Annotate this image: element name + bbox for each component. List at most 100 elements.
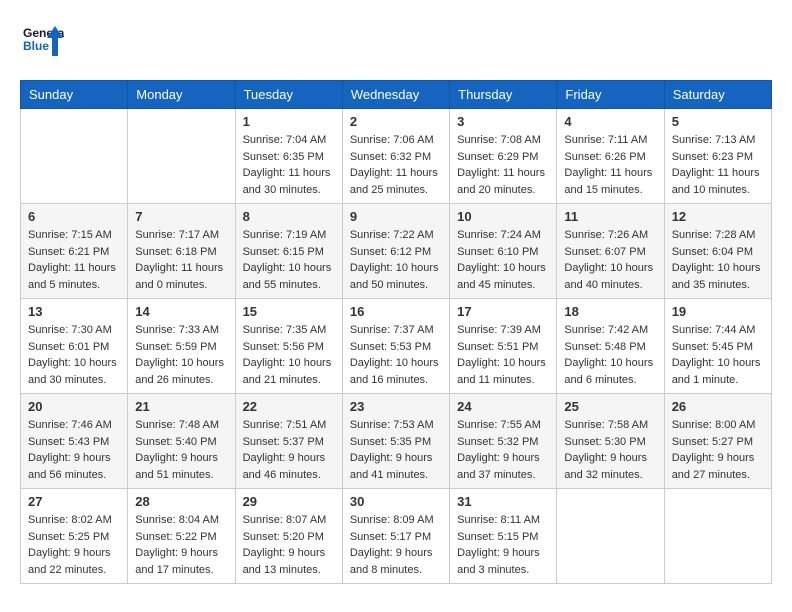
weekday-header-row: SundayMondayTuesdayWednesdayThursdayFrid… — [21, 81, 772, 109]
calendar-cell: 25 Sunrise: 7:58 AMSunset: 5:30 PMDayligh… — [557, 394, 664, 489]
weekday-header-wednesday: Wednesday — [342, 81, 449, 109]
day-info: Sunrise: 7:53 AMSunset: 5:35 PMDaylight:… — [350, 417, 442, 483]
day-info: Sunrise: 7:04 AMSunset: 6:35 PMDaylight:… — [243, 132, 335, 198]
calendar-cell: 23 Sunrise: 7:53 AMSunset: 5:35 PMDayligh… — [342, 394, 449, 489]
day-info: Sunrise: 7:08 AMSunset: 6:29 PMDaylight:… — [457, 132, 549, 198]
day-info: Sunrise: 7:19 AMSunset: 6:15 PMDaylight:… — [243, 227, 335, 293]
day-info: Sunrise: 7:55 AMSunset: 5:32 PMDaylight:… — [457, 417, 549, 483]
calendar-cell: 27 Sunrise: 8:02 AMSunset: 5:25 PMDayligh… — [21, 489, 128, 584]
day-number: 4 — [564, 114, 656, 129]
day-info: Sunrise: 7:24 AMSunset: 6:10 PMDaylight:… — [457, 227, 549, 293]
calendar-week-row: 20 Sunrise: 7:46 AMSunset: 5:43 PMDayligh… — [21, 394, 772, 489]
weekday-header-tuesday: Tuesday — [235, 81, 342, 109]
day-number: 7 — [135, 209, 227, 224]
calendar-cell — [21, 109, 128, 204]
day-info: Sunrise: 8:09 AMSunset: 5:17 PMDaylight:… — [350, 512, 442, 578]
weekday-header-monday: Monday — [128, 81, 235, 109]
day-number: 15 — [243, 304, 335, 319]
day-info: Sunrise: 7:15 AMSunset: 6:21 PMDaylight:… — [28, 227, 120, 293]
calendar-cell: 18 Sunrise: 7:42 AMSunset: 5:48 PMDayligh… — [557, 299, 664, 394]
calendar-cell: 3 Sunrise: 7:08 AMSunset: 6:29 PMDaylight… — [450, 109, 557, 204]
day-info: Sunrise: 7:46 AMSunset: 5:43 PMDaylight:… — [28, 417, 120, 483]
calendar-week-row: 27 Sunrise: 8:02 AMSunset: 5:25 PMDayligh… — [21, 489, 772, 584]
calendar-cell: 30 Sunrise: 8:09 AMSunset: 5:17 PMDayligh… — [342, 489, 449, 584]
day-info: Sunrise: 8:11 AMSunset: 5:15 PMDaylight:… — [457, 512, 549, 578]
day-number: 28 — [135, 494, 227, 509]
day-info: Sunrise: 7:26 AMSunset: 6:07 PMDaylight:… — [564, 227, 656, 293]
page-header: General Blue — [20, 20, 772, 64]
day-number: 23 — [350, 399, 442, 414]
calendar-cell: 8 Sunrise: 7:19 AMSunset: 6:15 PMDaylight… — [235, 204, 342, 299]
day-number: 22 — [243, 399, 335, 414]
day-info: Sunrise: 7:22 AMSunset: 6:12 PMDaylight:… — [350, 227, 442, 293]
calendar-cell: 11 Sunrise: 7:26 AMSunset: 6:07 PMDayligh… — [557, 204, 664, 299]
calendar-cell: 16 Sunrise: 7:37 AMSunset: 5:53 PMDayligh… — [342, 299, 449, 394]
day-info: Sunrise: 7:42 AMSunset: 5:48 PMDaylight:… — [564, 322, 656, 388]
svg-text:Blue: Blue — [23, 39, 49, 53]
day-info: Sunrise: 7:39 AMSunset: 5:51 PMDaylight:… — [457, 322, 549, 388]
calendar-cell: 21Sunrise: 7:48 AMSunset: 5:40 PMDayligh… — [128, 394, 235, 489]
calendar-cell: 17Sunrise: 7:39 AMSunset: 5:51 PMDayligh… — [450, 299, 557, 394]
day-info: Sunrise: 8:00 AMSunset: 5:27 PMDaylight:… — [672, 417, 764, 483]
day-info: Sunrise: 7:30 AMSunset: 6:01 PMDaylight:… — [28, 322, 120, 388]
day-number: 11 — [564, 209, 656, 224]
weekday-header-thursday: Thursday — [450, 81, 557, 109]
calendar-week-row: 13 Sunrise: 7:30 AMSunset: 6:01 PMDayligh… — [21, 299, 772, 394]
day-number: 16 — [350, 304, 442, 319]
calendar-cell: 31Sunrise: 8:11 AMSunset: 5:15 PMDayligh… — [450, 489, 557, 584]
calendar-cell: 15 Sunrise: 7:35 AMSunset: 5:56 PMDayligh… — [235, 299, 342, 394]
day-info: Sunrise: 7:58 AMSunset: 5:30 PMDaylight:… — [564, 417, 656, 483]
day-number: 8 — [243, 209, 335, 224]
calendar-cell: 6 Sunrise: 7:15 AMSunset: 6:21 PMDaylight… — [21, 204, 128, 299]
day-info: Sunrise: 7:37 AMSunset: 5:53 PMDaylight:… — [350, 322, 442, 388]
day-number: 12 — [672, 209, 764, 224]
day-number: 18 — [564, 304, 656, 319]
day-number: 9 — [350, 209, 442, 224]
weekday-header-friday: Friday — [557, 81, 664, 109]
day-number: 2 — [350, 114, 442, 129]
calendar-cell: 9 Sunrise: 7:22 AMSunset: 6:12 PMDaylight… — [342, 204, 449, 299]
day-number: 30 — [350, 494, 442, 509]
day-number: 24 — [457, 399, 549, 414]
day-info: Sunrise: 7:51 AMSunset: 5:37 PMDaylight:… — [243, 417, 335, 483]
day-number: 6 — [28, 209, 120, 224]
day-number: 25 — [564, 399, 656, 414]
calendar-cell: 20 Sunrise: 7:46 AMSunset: 5:43 PMDayligh… — [21, 394, 128, 489]
day-info: Sunrise: 7:11 AMSunset: 6:26 PMDaylight:… — [564, 132, 656, 198]
day-number: 29 — [243, 494, 335, 509]
day-number: 3 — [457, 114, 549, 129]
calendar-cell: 2 Sunrise: 7:06 AMSunset: 6:32 PMDaylight… — [342, 109, 449, 204]
day-number: 1 — [243, 114, 335, 129]
calendar-cell: 24 Sunrise: 7:55 AMSunset: 5:32 PMDayligh… — [450, 394, 557, 489]
calendar-cell: 19Sunrise: 7:44 AMSunset: 5:45 PMDayligh… — [664, 299, 771, 394]
day-info: Sunrise: 7:33 AMSunset: 5:59 PMDaylight:… — [135, 322, 227, 388]
day-info: Sunrise: 7:28 AMSunset: 6:04 PMDaylight:… — [672, 227, 764, 293]
calendar-cell — [128, 109, 235, 204]
calendar-cell: 1 Sunrise: 7:04 AMSunset: 6:35 PMDaylight… — [235, 109, 342, 204]
calendar-cell: 12 Sunrise: 7:28 AMSunset: 6:04 PMDayligh… — [664, 204, 771, 299]
day-info: Sunrise: 7:35 AMSunset: 5:56 PMDaylight:… — [243, 322, 335, 388]
calendar-cell: 13 Sunrise: 7:30 AMSunset: 6:01 PMDayligh… — [21, 299, 128, 394]
calendar-table: SundayMondayTuesdayWednesdayThursdayFrid… — [20, 80, 772, 584]
calendar-cell: 14 Sunrise: 7:33 AMSunset: 5:59 PMDayligh… — [128, 299, 235, 394]
day-info: Sunrise: 7:44 AMSunset: 5:45 PMDaylight:… — [672, 322, 764, 388]
calendar-cell: 5 Sunrise: 7:13 AMSunset: 6:23 PMDaylight… — [664, 109, 771, 204]
day-number: 27 — [28, 494, 120, 509]
calendar-cell: 26 Sunrise: 8:00 AMSunset: 5:27 PMDayligh… — [664, 394, 771, 489]
calendar-week-row: 6 Sunrise: 7:15 AMSunset: 6:21 PMDaylight… — [21, 204, 772, 299]
calendar-cell: 29Sunrise: 8:07 AMSunset: 5:20 PMDayligh… — [235, 489, 342, 584]
weekday-header-saturday: Saturday — [664, 81, 771, 109]
day-number: 10 — [457, 209, 549, 224]
day-info: Sunrise: 7:48 AMSunset: 5:40 PMDaylight:… — [135, 417, 227, 483]
day-number: 26 — [672, 399, 764, 414]
day-info: Sunrise: 8:02 AMSunset: 5:25 PMDaylight:… — [28, 512, 120, 578]
day-info: Sunrise: 7:17 AMSunset: 6:18 PMDaylight:… — [135, 227, 227, 293]
day-number: 14 — [135, 304, 227, 319]
calendar-cell — [664, 489, 771, 584]
day-info: Sunrise: 7:06 AMSunset: 6:32 PMDaylight:… — [350, 132, 442, 198]
day-number: 13 — [28, 304, 120, 319]
calendar-cell — [557, 489, 664, 584]
day-number: 20 — [28, 399, 120, 414]
day-info: Sunrise: 7:13 AMSunset: 6:23 PMDaylight:… — [672, 132, 764, 198]
day-number: 5 — [672, 114, 764, 129]
